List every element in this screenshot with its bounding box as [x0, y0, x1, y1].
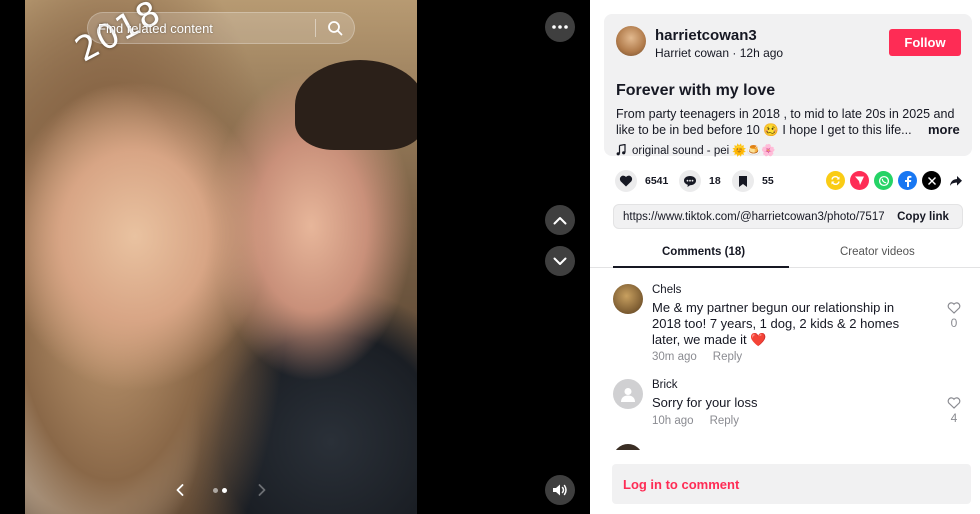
post-photo[interactable]: 2018	[25, 0, 417, 514]
post-info-card: harrietcowan3 Harriet cowan · 12h ago Fo…	[604, 14, 972, 157]
next-post-button[interactable]	[545, 246, 575, 276]
commenter-avatar-partial[interactable]	[613, 444, 643, 450]
comment-list: Chels Me & my partner begun our relation…	[590, 270, 980, 450]
carousel-dot[interactable]	[213, 488, 218, 493]
comment-item: Chels Me & my partner begun our relation…	[613, 284, 968, 366]
carousel-prev-button[interactable]	[170, 480, 190, 500]
commenter-avatar[interactable]	[613, 379, 643, 409]
share-link-url[interactable]: https://www.tiktok.com/@harrietcowan3/ph…	[614, 211, 884, 223]
send-icon[interactable]	[850, 171, 869, 190]
follow-button[interactable]: Follow	[889, 29, 961, 56]
tab-creator-videos[interactable]: Creator videos	[840, 246, 915, 258]
chevron-left-icon	[176, 484, 184, 496]
search-input[interactable]: Find related content	[98, 21, 315, 36]
media-viewer: 2018 Find related content	[0, 0, 590, 514]
previous-post-button[interactable]	[545, 205, 575, 235]
comment-meta: 10h ago Reply	[652, 415, 739, 427]
comment-text: Sorry for your loss	[652, 395, 758, 410]
carousel-dot-active[interactable]	[222, 488, 227, 493]
copy-link-button[interactable]: Copy link	[884, 211, 962, 223]
repost-icon[interactable]	[826, 171, 845, 190]
comment-icon[interactable]	[679, 170, 701, 192]
default-avatar-icon	[621, 388, 635, 402]
login-to-comment-bar[interactable]: Log in to comment	[612, 464, 971, 504]
panel-tabs: Comments (18) Creator videos	[590, 240, 980, 268]
share-arrow-icon[interactable]	[946, 171, 965, 190]
photo-detail	[295, 60, 417, 150]
reply-button[interactable]: Reply	[713, 351, 742, 363]
music-label[interactable]: original sound - pei 🌞🍮🌸	[632, 143, 775, 157]
more-link[interactable]: more	[928, 122, 960, 137]
more-dots-icon	[552, 25, 568, 29]
commenter-name[interactable]: Chels	[652, 284, 681, 296]
comment-time: 30m ago	[652, 351, 697, 363]
author-username[interactable]: harrietcowan3	[655, 27, 757, 44]
comment-text: Me & my partner begun our relationship i…	[652, 300, 900, 347]
login-to-comment-link[interactable]: Log in to comment	[623, 477, 739, 492]
comment-item: Brick Sorry for your loss 10h ago Reply …	[613, 379, 968, 429]
volume-button[interactable]	[545, 475, 575, 505]
save-action[interactable]: 55	[732, 170, 774, 192]
bookmark-icon[interactable]	[732, 170, 754, 192]
author-display-name[interactable]: Harriet cowan	[655, 46, 729, 60]
facebook-icon[interactable]	[898, 171, 917, 190]
subline-separator: ·	[732, 46, 740, 60]
chevron-up-icon	[553, 216, 567, 224]
like-action[interactable]: 6541	[615, 170, 668, 192]
action-bar: 6541 18 55	[604, 170, 972, 192]
description-line: like to be in bed before 10 🥴 I hope I g…	[616, 123, 912, 137]
volume-icon	[553, 484, 567, 496]
tab-comments[interactable]: Comments (18)	[662, 246, 745, 258]
whatsapp-icon[interactable]	[874, 171, 893, 190]
x-icon[interactable]	[922, 171, 941, 190]
details-panel: harrietcowan3 Harriet cowan · 12h ago Fo…	[590, 0, 980, 514]
carousel-next-button[interactable]	[252, 480, 272, 500]
heart-outline-icon	[947, 302, 961, 314]
author-avatar[interactable]	[616, 26, 646, 56]
photo-carousel-nav	[170, 480, 270, 500]
chevron-right-icon	[258, 484, 266, 496]
comment-like[interactable]: 4	[943, 397, 965, 425]
post-title: Forever with my love	[616, 82, 776, 99]
commenter-name[interactable]: Brick	[652, 379, 678, 391]
like-count: 6541	[645, 175, 669, 187]
comment-like-count: 0	[950, 316, 958, 330]
commenter-avatar[interactable]	[613, 284, 643, 314]
heart-outline-icon	[947, 397, 961, 409]
post-description: From party teenagers in 2018 , to mid to…	[616, 106, 961, 138]
save-count: 55	[762, 175, 774, 187]
reply-button[interactable]: Reply	[710, 415, 739, 427]
comment-like[interactable]: 0	[943, 302, 965, 330]
heart-icon[interactable]	[615, 170, 637, 192]
search-icon[interactable]	[316, 13, 354, 43]
description-line: From party teenagers in 2018 , to mid to…	[616, 107, 955, 121]
share-link-box: https://www.tiktok.com/@harrietcowan3/ph…	[613, 204, 963, 229]
comment-count: 18	[709, 175, 721, 187]
chevron-down-icon	[553, 257, 567, 265]
comment-meta: 30m ago Reply	[652, 351, 742, 363]
author-subline: Harriet cowan · 12h ago	[655, 46, 783, 60]
post-time: 12h ago	[739, 46, 784, 60]
music-note-icon	[616, 144, 626, 156]
comment-time: 10h ago	[652, 415, 694, 427]
music-track[interactable]: original sound - pei 🌞🍮🌸	[616, 143, 775, 157]
search-bar[interactable]: Find related content	[87, 12, 355, 44]
comment-action[interactable]: 18	[679, 170, 721, 192]
more-options-button[interactable]	[545, 12, 575, 42]
active-tab-indicator	[613, 266, 789, 268]
comment-like-count: 4	[950, 411, 958, 425]
